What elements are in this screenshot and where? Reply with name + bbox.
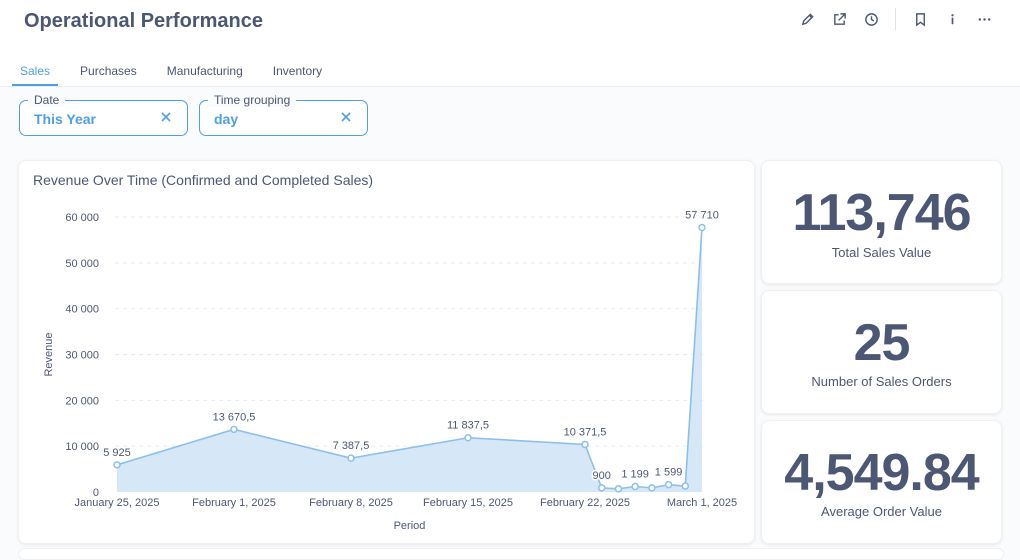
- time-grouping-filter[interactable]: Time grouping day: [199, 93, 368, 136]
- data-point: [347, 454, 355, 462]
- info-icon[interactable]: [936, 9, 968, 29]
- x-tick-label: January 25, 2025: [74, 497, 159, 509]
- average-order-label: Average Order Value: [821, 504, 942, 519]
- header-actions: [791, 8, 1000, 30]
- x-tick-label: February 8, 2025: [309, 497, 393, 509]
- page-title: Operational Performance: [24, 10, 263, 32]
- header-divider: [895, 8, 896, 30]
- more-icon[interactable]: [968, 9, 1000, 29]
- data-point: [230, 425, 238, 434]
- average-order-card[interactable]: 4,549.84 Average Order Value: [761, 420, 1002, 544]
- bookmark-icon[interactable]: [904, 9, 936, 29]
- x-tick-label: February 15, 2025: [423, 497, 513, 509]
- data-point: [597, 484, 606, 492]
- data-label: 5 925: [103, 447, 131, 459]
- tab-inventory[interactable]: Inventory: [273, 62, 322, 86]
- data-point: [664, 480, 673, 489]
- data-label: 13 670,5: [213, 411, 256, 423]
- revenue-chart-card[interactable]: Revenue Over Time (Confirmed and Complet…: [18, 160, 755, 544]
- share-icon[interactable]: [823, 9, 855, 29]
- y-tick-label: 50 000: [65, 258, 99, 270]
- y-tick-label: 10 000: [65, 441, 99, 453]
- y-tick-label: 40 000: [65, 304, 99, 316]
- close-icon[interactable]: [159, 110, 175, 126]
- data-point: [681, 482, 690, 490]
- y-tick-label: 30 000: [65, 350, 99, 362]
- data-label: 7 387,5: [333, 440, 370, 452]
- tab-manufacturing[interactable]: Manufacturing: [167, 62, 243, 86]
- x-tick-label: February 1, 2025: [192, 497, 276, 509]
- data-label: 900: [593, 470, 611, 482]
- data-point: [581, 440, 589, 449]
- dashboard-header: Operational Performance Sales Purchases …: [0, 0, 1020, 87]
- data-point: [698, 223, 706, 232]
- sales-orders-value: 25: [853, 314, 911, 372]
- y-axis-label: Revenue: [43, 332, 55, 376]
- sales-orders-label: Number of Sales Orders: [811, 374, 952, 389]
- total-sales-card[interactable]: 113,746 Total Sales Value: [761, 160, 1002, 284]
- data-label: 57 710: [685, 209, 719, 221]
- edit-icon[interactable]: [791, 9, 823, 29]
- tab-sales[interactable]: Sales: [12, 62, 59, 86]
- next-card-edge: [18, 548, 1004, 560]
- dashboard-tabs: Sales Purchases Manufacturing Inventory: [12, 62, 352, 86]
- date-filter-label: Date: [28, 93, 66, 107]
- total-sales-label: Total Sales Value: [831, 245, 932, 260]
- sales-orders-card[interactable]: 25 Number of Sales Orders: [761, 290, 1002, 414]
- tab-purchases[interactable]: Purchases: [80, 62, 137, 86]
- x-tick-label: February 22, 2025: [540, 497, 630, 509]
- series-area: [117, 227, 702, 492]
- y-tick-label: 60 000: [65, 212, 99, 224]
- x-tick-label: March 1, 2025: [667, 497, 737, 509]
- data-point: [113, 461, 121, 469]
- data-label: 11 837,5: [447, 420, 489, 432]
- time-grouping-filter-value: day: [214, 111, 239, 127]
- date-filter-value: This Year: [34, 111, 97, 127]
- data-label: 10 371,5: [564, 426, 607, 438]
- total-sales-value: 113,746: [792, 184, 971, 242]
- data-point: [464, 433, 472, 442]
- data-label: 1 199: [621, 469, 649, 481]
- date-filter[interactable]: Date This Year: [19, 93, 188, 136]
- history-icon[interactable]: [855, 9, 887, 29]
- data-point: [614, 485, 623, 493]
- y-tick-label: 20 000: [65, 395, 99, 407]
- data-label: 1 599: [655, 467, 683, 479]
- revenue-chart: 010 00020 00030 00040 00050 00060 000Jan…: [43, 208, 737, 532]
- average-order-value: 4,549.84: [784, 444, 979, 502]
- x-axis-label: Period: [394, 520, 426, 532]
- data-point: [648, 484, 656, 492]
- data-point: [631, 482, 639, 491]
- close-icon[interactable]: [339, 110, 355, 126]
- time-grouping-filter-label: Time grouping: [208, 93, 297, 107]
